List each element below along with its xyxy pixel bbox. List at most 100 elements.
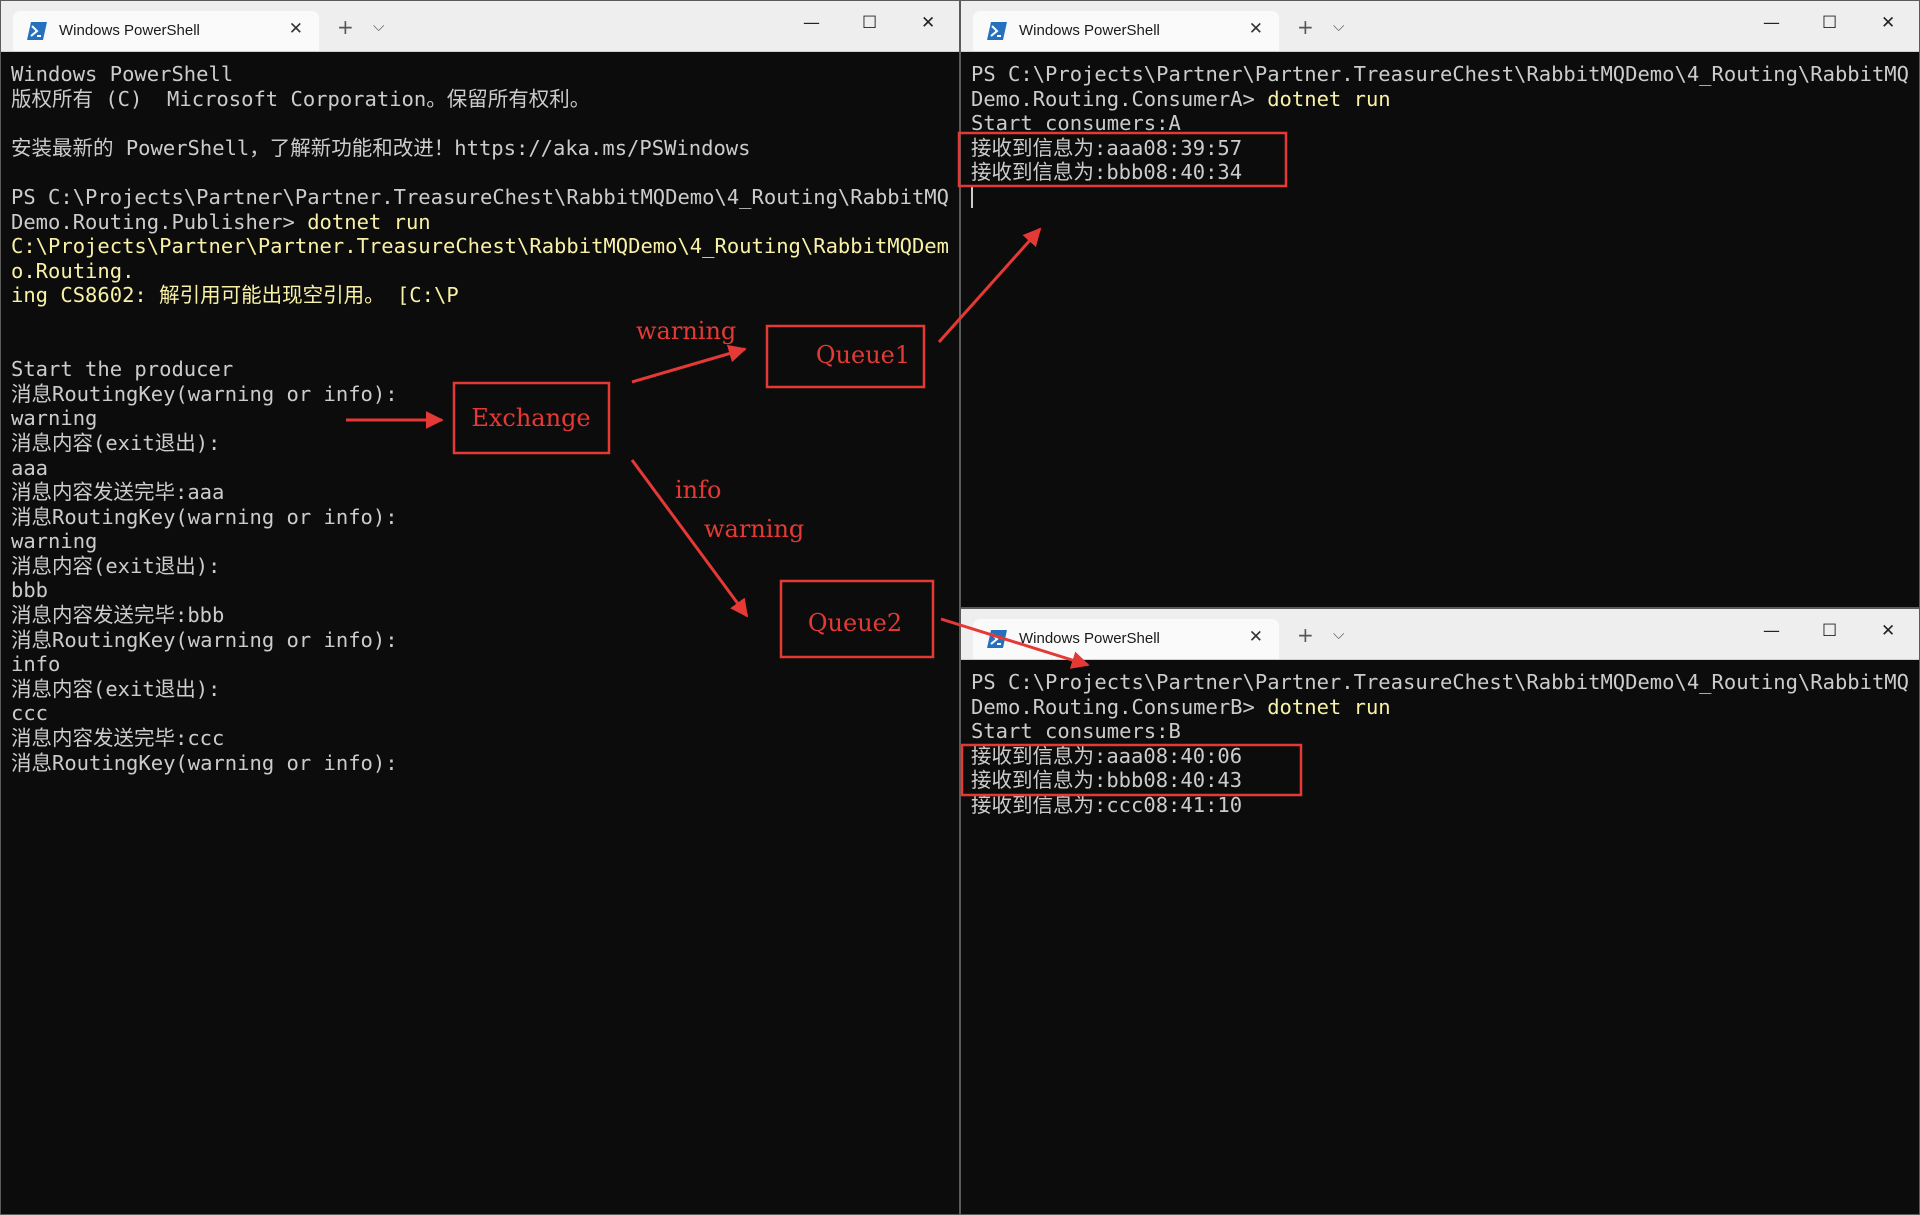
console-line-text: 消息内容(exit退出): [11,676,221,701]
console-line: Demo.Routing.ConsumerB> dotnet run [971,695,1391,719]
powershell-icon [987,630,1007,648]
console-line: aaa [11,456,48,480]
close-window-icon[interactable]: ✕ [921,13,935,33]
console-line-text: Start the producer [11,357,234,382]
console-line-text: warning [11,529,98,554]
console-line: 接收到信息为:ccc08:41:10 [971,793,1242,817]
maximize-icon[interactable]: ☐ [1822,13,1837,33]
powershell-tab[interactable]: Windows PowerShell ✕ [973,619,1279,659]
console-line: PS C:\Projects\Partner\Partner.TreasureC… [11,185,949,209]
tab-close-icon[interactable]: ✕ [289,19,303,39]
title-bar[interactable]: Windows PowerShell ✕ + ⌵ — ☐ ✕ [1,1,959,52]
powershell-tab[interactable]: Windows PowerShell ✕ [973,11,1279,51]
console-line: 安装最新的 PowerShell，了解新功能和改进！https://aka.ms… [11,136,750,160]
tab-label: Windows PowerShell [1019,630,1160,647]
new-tab-icon[interactable]: + [1297,623,1314,647]
console-line-text: Demo.Routing.ConsumerB> [971,694,1268,719]
console-line: Start the producer [11,357,233,381]
console-line-text: Start consumers:B [971,719,1181,744]
console-line-text: 版权所有 (C) Microsoft Corporation。保留所有权利。 [11,86,591,111]
consumer-b-window: Windows PowerShell ✕ + ⌵ — ☐ ✕ PS C:\Pro… [960,608,1920,1215]
console-line: Start consumers:A [971,111,1181,135]
console-line-text: warning [11,406,98,431]
console-line: 消息内容(exit退出): [11,677,220,701]
publisher-window: Windows PowerShell ✕ + ⌵ — ☐ ✕ Windows P… [0,0,960,1215]
console-line-text: 消息RoutingKey(warning or info): [11,750,398,775]
maximize-icon[interactable]: ☐ [1822,621,1837,641]
chevron-down-icon[interactable]: ⌵ [1333,625,1344,643]
close-window-icon[interactable]: ✕ [1881,13,1895,33]
console-line-text: info [11,652,61,677]
console-line: Start consumers:B [971,719,1181,743]
console-line: 接收到信息为:aaa08:39:57 [971,136,1242,160]
minimize-icon[interactable]: — [803,13,820,33]
title-bar[interactable]: Windows PowerShell ✕ + ⌵ — ☐ ✕ [961,609,1919,660]
new-tab-icon[interactable]: + [337,15,354,39]
tab-close-icon[interactable]: ✕ [1249,19,1263,39]
powershell-icon [27,22,47,40]
console-line: bbb [11,578,48,602]
new-tab-icon[interactable]: + [1297,15,1314,39]
maximize-icon[interactable]: ☐ [862,13,877,33]
console-line-text: ccc [11,701,49,726]
close-window-icon[interactable]: ✕ [1881,621,1895,641]
powershell-icon [987,22,1007,40]
console-line: 接收到信息为:aaa08:40:06 [971,744,1242,768]
console-line-text: 安装最新的 PowerShell，了解新功能和改进！https://aka.ms… [11,135,751,160]
console-command: dotnet run [1267,86,1391,111]
console-output[interactable]: PS C:\Projects\Partner\Partner.TreasureC… [971,670,1909,818]
console-line: Windows PowerShell [11,62,233,86]
console-line-text: 消息RoutingKey(warning or info): [11,627,398,652]
tab-close-icon[interactable]: ✕ [1249,627,1263,647]
chevron-down-icon[interactable]: ⌵ [1333,17,1344,35]
tab-label: Windows PowerShell [59,22,200,39]
console-line-text: 消息内容(exit退出): [11,553,221,578]
console-line: ing CS8602: 解引用可能出现空引用。 [C:\P [11,283,459,307]
console-line-text: PS C:\Projects\Partner\Partner.TreasureC… [971,62,1909,86]
console-line-text: 接收到信息为:aaa08:39:57 [971,135,1243,160]
console-line-text: Demo.Routing.Publisher> [11,209,308,234]
console-command: dotnet run [1267,694,1391,719]
console-line: 版权所有 (C) Microsoft Corporation。保留所有权利。 [11,87,590,111]
console-line: 消息内容发送完毕:aaa [11,480,224,504]
title-bar[interactable]: Windows PowerShell ✕ + ⌵ — ☐ ✕ [961,1,1919,52]
console-line-text: bbb [11,578,49,603]
console-output[interactable]: PS C:\Projects\Partner\Partner.TreasureC… [971,62,1909,210]
console-line: 接收到信息为:bbb08:40:43 [971,768,1242,792]
console-line-text: 接收到信息为:ccc08:41:10 [971,792,1243,817]
console-line-text: Demo.Routing.ConsumerA> [971,86,1268,111]
console-line-text: 消息内容发送完毕:bbb [11,603,225,628]
console-line: PS C:\Projects\Partner\Partner.TreasureC… [971,62,1909,86]
console-line-text: Windows PowerShell [11,62,234,86]
console-line-text: 消息RoutingKey(warning or info): [11,381,398,406]
console-line-text: C:\Projects\Partner\Partner.TreasureChes… [11,234,949,259]
console-line: 消息RoutingKey(warning or info): [11,628,398,652]
text-cursor [971,185,973,208]
console-line: 消息RoutingKey(warning or info): [11,382,398,406]
console-line-text: 接收到信息为:aaa08:40:06 [971,743,1243,768]
console-line-text: PS C:\Projects\Partner\Partner.TreasureC… [971,670,1909,694]
console-line: 消息RoutingKey(warning or info): [11,751,398,775]
console-line-text: 接收到信息为:bbb08:40:34 [971,160,1243,185]
console-line-text: 消息内容发送完毕:ccc [11,726,225,751]
console-line-text: aaa [11,455,49,480]
console-command: dotnet run [307,209,431,234]
console-line-text: 接收到信息为:bbb08:40:43 [971,768,1243,793]
tab-label: Windows PowerShell [1019,22,1160,39]
minimize-icon[interactable]: — [1763,621,1780,641]
console-output[interactable]: Windows PowerShell 版权所有 (C) Microsoft Co… [11,62,949,775]
console-line: warning [11,406,97,430]
chevron-down-icon[interactable]: ⌵ [373,17,384,35]
console-line: 消息RoutingKey(warning or info): [11,505,398,529]
console-line-text: Start consumers:A [971,111,1181,136]
console-line: Demo.Routing.Publisher> dotnet run [11,210,431,234]
console-line: Demo.Routing.ConsumerA> dotnet run [971,87,1391,111]
minimize-icon[interactable]: — [1763,13,1780,33]
console-line: 消息内容发送完毕:ccc [11,726,224,750]
powershell-tab[interactable]: Windows PowerShell ✕ [13,11,319,51]
console-line-text: ing CS8602: 解引用可能出现空引用。 [C:\P [11,283,459,308]
console-line: PS C:\Projects\Partner\Partner.TreasureC… [971,670,1909,694]
console-line-text: PS C:\Projects\Partner\Partner.TreasureC… [11,184,949,209]
console-line-text: 消息内容(exit退出): [11,430,221,455]
console-line [971,185,973,209]
